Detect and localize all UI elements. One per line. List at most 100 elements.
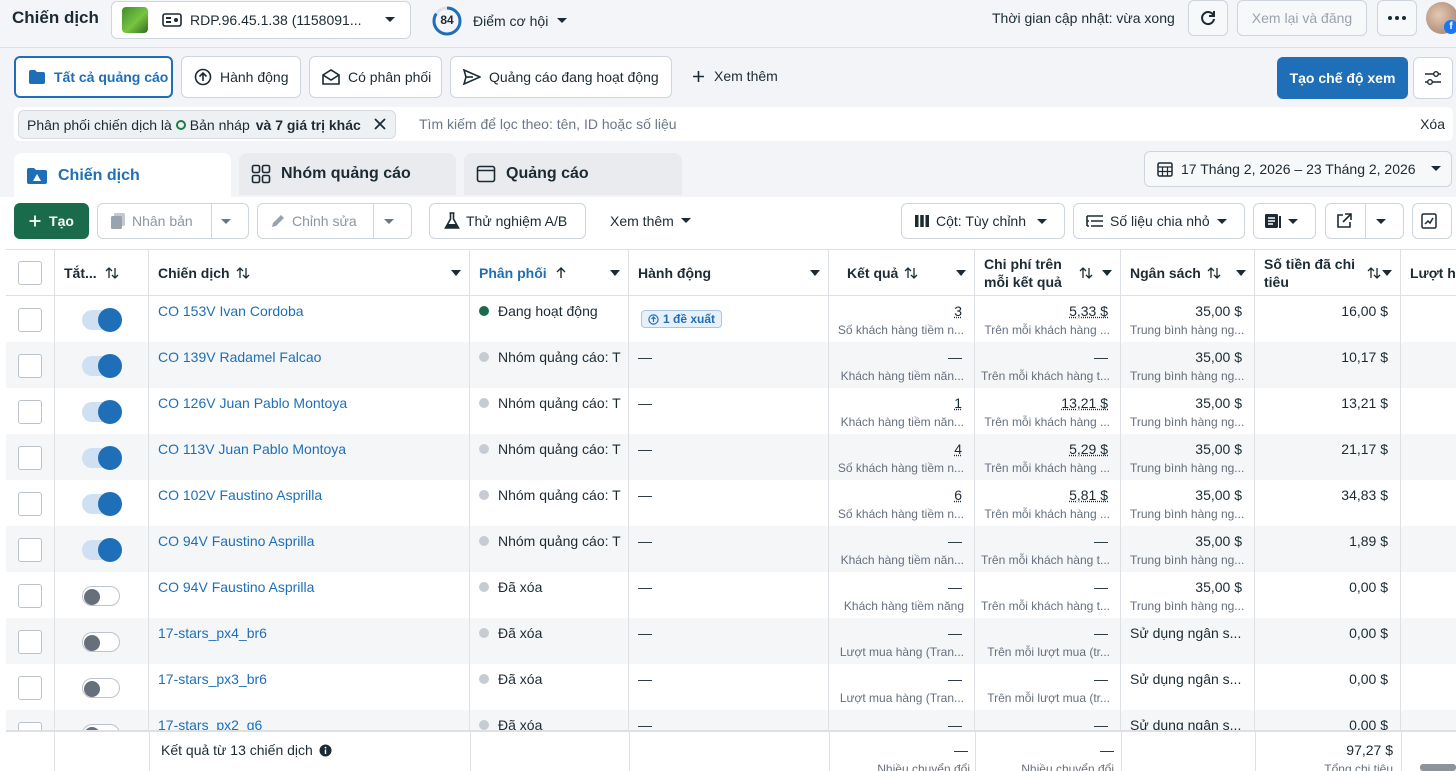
chart-button[interactable] [1412,203,1452,239]
export-button[interactable] [1325,203,1404,239]
budget-value[interactable]: 35,00 $ [1195,395,1242,411]
budget-value[interactable]: 35,00 $ [1195,487,1242,503]
campaign-toggle[interactable] [82,356,120,376]
budget-value[interactable]: 35,00 $ [1195,441,1242,457]
chevron-down-icon[interactable] [451,270,461,276]
row-checkbox[interactable] [18,400,42,424]
campaign-name-link[interactable]: CO 102V Faustino Asprilla [158,487,322,503]
header-campaign[interactable]: Chiến dịch [149,250,470,296]
row-checkbox[interactable] [18,676,42,700]
campaign-toggle[interactable] [82,586,120,606]
cpr-value[interactable]: 5,81 $ [1069,487,1108,503]
table-row[interactable]: 17-stars_px3_br6 Đã xóa — — Lượt mua hàng (T… [6,664,1456,710]
view-all-ads[interactable]: Tất cả quảng cáo [14,56,173,98]
table-row[interactable]: CO 94V Faustino Asprilla Nhóm quảng cáo: … [6,526,1456,572]
table-row[interactable]: CO 94V Faustino Asprilla Đã xóa — — Khách hà… [6,572,1456,618]
opportunity-score[interactable]: 84 Điểm cơ hội [431,5,568,37]
results-value[interactable]: — [948,349,962,365]
table-row[interactable]: CO 153V Ivan Cordoba Đang hoạt động 1 đề x… [6,296,1456,342]
duplicate-button[interactable]: Nhân bản [97,203,249,239]
view-active-ads[interactable]: Quảng cáo đang hoạt động [450,56,672,98]
filter-chip[interactable]: Phân phối chiến dịch là Bản nháp và 7 gi… [18,110,396,139]
header-onoff[interactable]: Tắt... [55,250,149,296]
recommendation-badge[interactable]: 1 đề xuất [641,310,722,328]
filter-search-input[interactable]: Tìm kiếm để lọc theo: tên, ID hoặc số li… [419,116,677,132]
date-range-picker[interactable]: 17 Tháng 2, 2026 – 23 Tháng 2, 2026 [1144,151,1452,187]
chevron-down-icon[interactable] [1102,270,1112,276]
chevron-down-icon[interactable] [810,270,820,276]
results-value[interactable]: — [948,533,962,549]
info-icon[interactable] [313,744,332,757]
campaign-name-link[interactable]: 17-stars_px4_br6 [158,625,267,641]
budget-value[interactable]: 35,00 $ [1195,533,1242,549]
header-delivery[interactable]: Phân phối [470,250,629,296]
table-row[interactable]: CO 126V Juan Pablo Montoya Nhóm quảng cáo… [6,388,1456,434]
header-budget[interactable]: Ngân sách [1121,250,1255,296]
results-value[interactable]: 4 [954,441,962,457]
row-checkbox[interactable] [18,446,42,470]
campaign-name-link[interactable]: CO 153V Ivan Cordoba [158,303,304,319]
table-row[interactable]: CO 113V Juan Pablo Montoya Nhóm quảng cáo… [6,434,1456,480]
tab-ads[interactable]: Quảng cáo [464,153,682,195]
campaign-toggle[interactable] [82,632,120,652]
more-views-link[interactable]: Xem thêm [692,68,778,84]
budget-value[interactable]: 35,00 $ [1195,349,1242,365]
reports-button[interactable] [1253,203,1316,239]
cpr-value[interactable]: — [1094,349,1108,365]
campaign-name-link[interactable]: CO 139V Radamel Falcao [158,349,321,365]
row-checkbox[interactable] [18,584,42,608]
campaign-name-link[interactable]: CO 113V Juan Pablo Montoya [158,441,346,457]
results-value[interactable]: 6 [954,487,962,503]
row-checkbox[interactable] [18,308,42,332]
create-button[interactable]: Tạo [14,203,89,239]
table-row[interactable]: CO 139V Radamel Falcao Nhóm quảng cáo: T —… [6,342,1456,388]
clear-filters-button[interactable]: Xóa [1420,116,1445,132]
cpr-value[interactable]: — [1094,533,1108,549]
breakdown-button[interactable]: Số liệu chia nhỏ [1073,203,1245,239]
budget-value[interactable]: 35,00 $ [1195,579,1242,595]
tab-campaigns[interactable]: Chiến dịch [14,153,231,199]
view-delivery[interactable]: Có phân phối [309,56,442,98]
chevron-down-icon[interactable] [383,218,401,226]
view-action[interactable]: Hành động [181,56,301,98]
header-reach[interactable]: Lượt h [1401,250,1456,296]
header-cost-per-result[interactable]: Chi phí trên mỗi kết quả [975,250,1121,296]
edit-button[interactable]: Chỉnh sửa [257,203,412,239]
cpr-value[interactable]: — [1094,671,1108,687]
select-all-checkbox[interactable] [18,261,42,285]
row-checkbox[interactable] [18,538,42,562]
budget-value[interactable]: 35,00 $ [1195,303,1242,319]
campaign-name-link[interactable]: CO 94V Faustino Asprilla [158,533,314,549]
results-value[interactable]: — [948,671,962,687]
tab-adsets[interactable]: Nhóm quảng cáo [239,153,456,195]
cpr-value[interactable]: 5,29 $ [1069,441,1108,457]
account-selector[interactable]: RDP.96.45.1.38 (1158091... [111,1,411,39]
cpr-value[interactable]: 13,21 $ [1061,395,1108,411]
campaign-name-link[interactable]: CO 94V Faustino Asprilla [158,579,314,595]
table-row[interactable]: 17-stars_px4_br6 Đã xóa — — Lượt mua hàng (T… [6,618,1456,664]
results-value[interactable]: 3 [954,303,962,319]
view-settings-button[interactable] [1413,57,1453,99]
campaign-toggle[interactable] [82,540,120,560]
row-checkbox[interactable] [18,492,42,516]
chevron-down-icon[interactable] [610,270,620,276]
more-options-button[interactable] [1377,0,1417,36]
columns-button[interactable]: Cột: Tùy chỉnh [901,203,1065,239]
campaign-toggle[interactable] [82,448,120,468]
chevron-down-icon[interactable] [1375,218,1393,226]
chevron-down-icon[interactable] [1382,270,1392,276]
horizontal-scrollbar[interactable] [1420,764,1456,771]
header-results[interactable]: Kết quả [829,250,975,296]
row-checkbox[interactable] [18,354,42,378]
review-publish-button[interactable]: Xem lại và đăng [1237,0,1367,36]
ab-test-button[interactable]: Thử nghiệm A/B [429,203,586,239]
chevron-down-icon[interactable] [220,218,238,226]
cpr-value[interactable]: — [1094,579,1108,595]
header-amount-spent[interactable]: Số tiền đã chi tiêu [1255,250,1401,296]
campaign-toggle[interactable] [82,310,120,330]
campaign-toggle[interactable] [82,402,120,422]
campaign-name-link[interactable]: 17-stars_px3_br6 [158,671,267,687]
header-action[interactable]: Hành động [629,250,829,296]
more-actions-button[interactable]: Xem thêm [598,203,708,239]
campaign-name-link[interactable]: CO 126V Juan Pablo Montoya [158,395,347,411]
